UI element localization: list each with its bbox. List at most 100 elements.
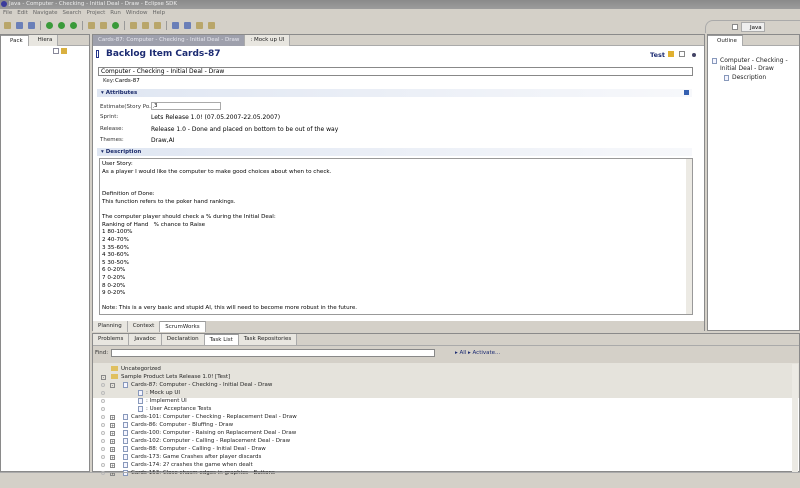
menu-bar: File Edit Navigate Search Project Run Window He… bbox=[0, 9, 800, 17]
task-row[interactable]: + Cards-173: Game Crashes after player di… bbox=[93, 453, 791, 461]
task-row[interactable]: + Cards-86: Computer - Bluffing - Draw bbox=[93, 421, 791, 429]
sprint-value[interactable]: Lets Release 1.0! (07.05.2007-22.05.2007… bbox=[151, 114, 280, 121]
description-textarea[interactable]: User Story: As a player I would like the… bbox=[99, 158, 693, 315]
task-row[interactable]: : Mock up UI bbox=[93, 389, 791, 397]
task-row[interactable]: + Cards-88: Computer - Calling - Initial … bbox=[93, 445, 791, 453]
estimate-field[interactable]: 3 bbox=[151, 102, 221, 110]
back-icon[interactable] bbox=[196, 21, 203, 29]
open-icon[interactable] bbox=[679, 51, 685, 57]
open-perspective-icon[interactable] bbox=[732, 24, 738, 30]
expand-toggle-icon[interactable]: + bbox=[110, 446, 115, 452]
expand-toggle-icon[interactable]: + bbox=[110, 430, 115, 436]
activate-task-icon[interactable] bbox=[101, 455, 105, 459]
task-row[interactable]: + Cards-101: Computer - Checking - Replac… bbox=[93, 413, 791, 421]
debug-icon[interactable] bbox=[46, 21, 53, 29]
activate-task-icon[interactable] bbox=[101, 399, 105, 403]
activate-task-icon[interactable] bbox=[101, 439, 105, 443]
next-annotation-icon[interactable] bbox=[172, 21, 179, 29]
activate-task-icon[interactable] bbox=[101, 407, 105, 411]
tab-package-explorer[interactable]: Pack bbox=[1, 35, 29, 46]
task-row[interactable]: - Cards-87: Computer - Checking - Initial… bbox=[93, 381, 791, 389]
find-input[interactable] bbox=[111, 349, 435, 357]
activate-task-icon[interactable] bbox=[101, 431, 105, 435]
activate-task-icon[interactable] bbox=[101, 423, 105, 427]
new-package-icon[interactable] bbox=[88, 21, 95, 29]
menu-navigate[interactable]: Navigate bbox=[33, 10, 58, 16]
task-row[interactable]: : User Acceptance Tests bbox=[93, 405, 791, 413]
print-icon[interactable] bbox=[28, 21, 35, 29]
menu-help[interactable]: Help bbox=[153, 10, 166, 16]
tab-javadoc[interactable]: Javadoc bbox=[129, 334, 162, 345]
external-tools-icon[interactable] bbox=[70, 21, 77, 29]
tab-task-list[interactable]: Task List bbox=[204, 334, 239, 345]
expand-toggle-icon[interactable]: + bbox=[110, 462, 115, 468]
open-type-icon[interactable] bbox=[130, 21, 137, 29]
expand-toggle-icon[interactable]: + bbox=[110, 438, 115, 444]
task-icon bbox=[123, 461, 128, 468]
task-row[interactable]: + Cards-100: Computer - Raising on Replac… bbox=[93, 429, 791, 437]
expand-toggle-icon[interactable]: + bbox=[110, 422, 115, 428]
menu-search[interactable]: Search bbox=[63, 10, 82, 16]
tab-problems[interactable]: Problems bbox=[93, 334, 130, 345]
tab-scrumworks[interactable]: ScrumWorks bbox=[160, 321, 206, 332]
task-row[interactable]: + Cards-102: Computer - Calling - Replace… bbox=[93, 437, 791, 445]
task-row[interactable]: + Cards-174: 2? crashes the game when dea… bbox=[93, 461, 791, 469]
refresh-icon[interactable] bbox=[112, 21, 119, 29]
tab-task-repositories[interactable]: Task Repositories bbox=[238, 334, 298, 345]
activate-task-icon[interactable] bbox=[101, 463, 105, 467]
activate-task-icon[interactable] bbox=[101, 391, 105, 395]
tab-context[interactable]: Context bbox=[127, 321, 161, 332]
expand-toggle-icon[interactable]: + bbox=[110, 414, 115, 420]
all-link[interactable]: ▸ All bbox=[455, 350, 466, 356]
tab-mock-up-ui[interactable]: : Mock up UI bbox=[245, 35, 291, 46]
task-list-scrollbar[interactable] bbox=[792, 364, 798, 472]
tab-declaration[interactable]: Declaration bbox=[161, 334, 205, 345]
collapse-all-icon[interactable] bbox=[53, 48, 59, 54]
task-list-pane: Problems Javadoc Declaration Task List T… bbox=[92, 333, 800, 476]
release-value[interactable]: Release 1.0 - Done and placed on bottom … bbox=[151, 126, 338, 133]
activate-task-icon[interactable] bbox=[101, 415, 105, 419]
menu-file[interactable]: File bbox=[3, 10, 12, 16]
expand-toggle-icon[interactable]: + bbox=[110, 454, 115, 460]
test-link[interactable]: Test bbox=[650, 51, 665, 59]
menu-edit[interactable]: Edit bbox=[17, 10, 28, 16]
outline-item[interactable]: Description bbox=[724, 74, 796, 82]
summary-field[interactable]: Computer - Checking - Initial Deal - Dra… bbox=[98, 67, 693, 76]
activate-link[interactable]: ▸ Activate... bbox=[468, 350, 500, 356]
open-folder-icon[interactable] bbox=[142, 21, 149, 29]
menu-window[interactable]: Window bbox=[126, 10, 148, 16]
expand-toggle-icon[interactable]: - bbox=[101, 374, 106, 380]
activate-task-icon[interactable] bbox=[101, 383, 105, 387]
outline-item[interactable]: Computer - Checking - Initial Deal - Dra… bbox=[712, 57, 796, 72]
description-section-header[interactable]: ▾ Description bbox=[97, 148, 692, 156]
activate-task-icon[interactable] bbox=[101, 447, 105, 451]
attributes-section-header[interactable]: ▾ Attributes bbox=[97, 89, 692, 97]
search-icon[interactable] bbox=[154, 21, 161, 29]
menu-project[interactable]: Project bbox=[86, 10, 105, 16]
task-label: Cards-100: Computer - Raising on Replace… bbox=[131, 430, 297, 436]
prev-annotation-icon[interactable] bbox=[184, 21, 191, 29]
tab-cards-87[interactable]: Cards-87: Computer - Checking - Initial … bbox=[93, 35, 246, 46]
tab-outline[interactable]: Outline bbox=[708, 35, 743, 46]
save-icon[interactable] bbox=[16, 21, 23, 29]
forward-icon[interactable] bbox=[208, 21, 215, 29]
outline-item-label: Computer - Checking - Initial Deal - Dra… bbox=[720, 57, 788, 72]
menu-run[interactable]: Run bbox=[110, 10, 121, 16]
expand-toggle-icon[interactable]: - bbox=[110, 382, 115, 388]
help-icon[interactable] bbox=[692, 53, 696, 57]
new-class-icon[interactable] bbox=[100, 21, 107, 29]
task-row[interactable]: - Sample Product Lets Release 1.0! [Test] bbox=[93, 373, 791, 381]
themes-value[interactable]: Draw,AI bbox=[151, 137, 174, 144]
task-label: Cards-86: Computer - Bluffing - Draw bbox=[131, 422, 234, 428]
attributes-toolbar-icon[interactable] bbox=[684, 90, 689, 95]
synchronize-icon[interactable] bbox=[668, 51, 674, 57]
run-icon[interactable] bbox=[58, 21, 65, 29]
perspective-java[interactable]: Java bbox=[741, 22, 765, 32]
tab-hierarchy[interactable]: Hiera bbox=[28, 35, 59, 46]
description-scrollbar[interactable] bbox=[686, 159, 692, 314]
task-row[interactable]: : Implement UI bbox=[93, 397, 791, 405]
tab-planning[interactable]: Planning bbox=[93, 321, 128, 332]
task-row[interactable]: Uncategorized bbox=[93, 365, 791, 373]
new-icon[interactable] bbox=[4, 21, 11, 29]
link-editor-icon[interactable] bbox=[61, 48, 67, 54]
